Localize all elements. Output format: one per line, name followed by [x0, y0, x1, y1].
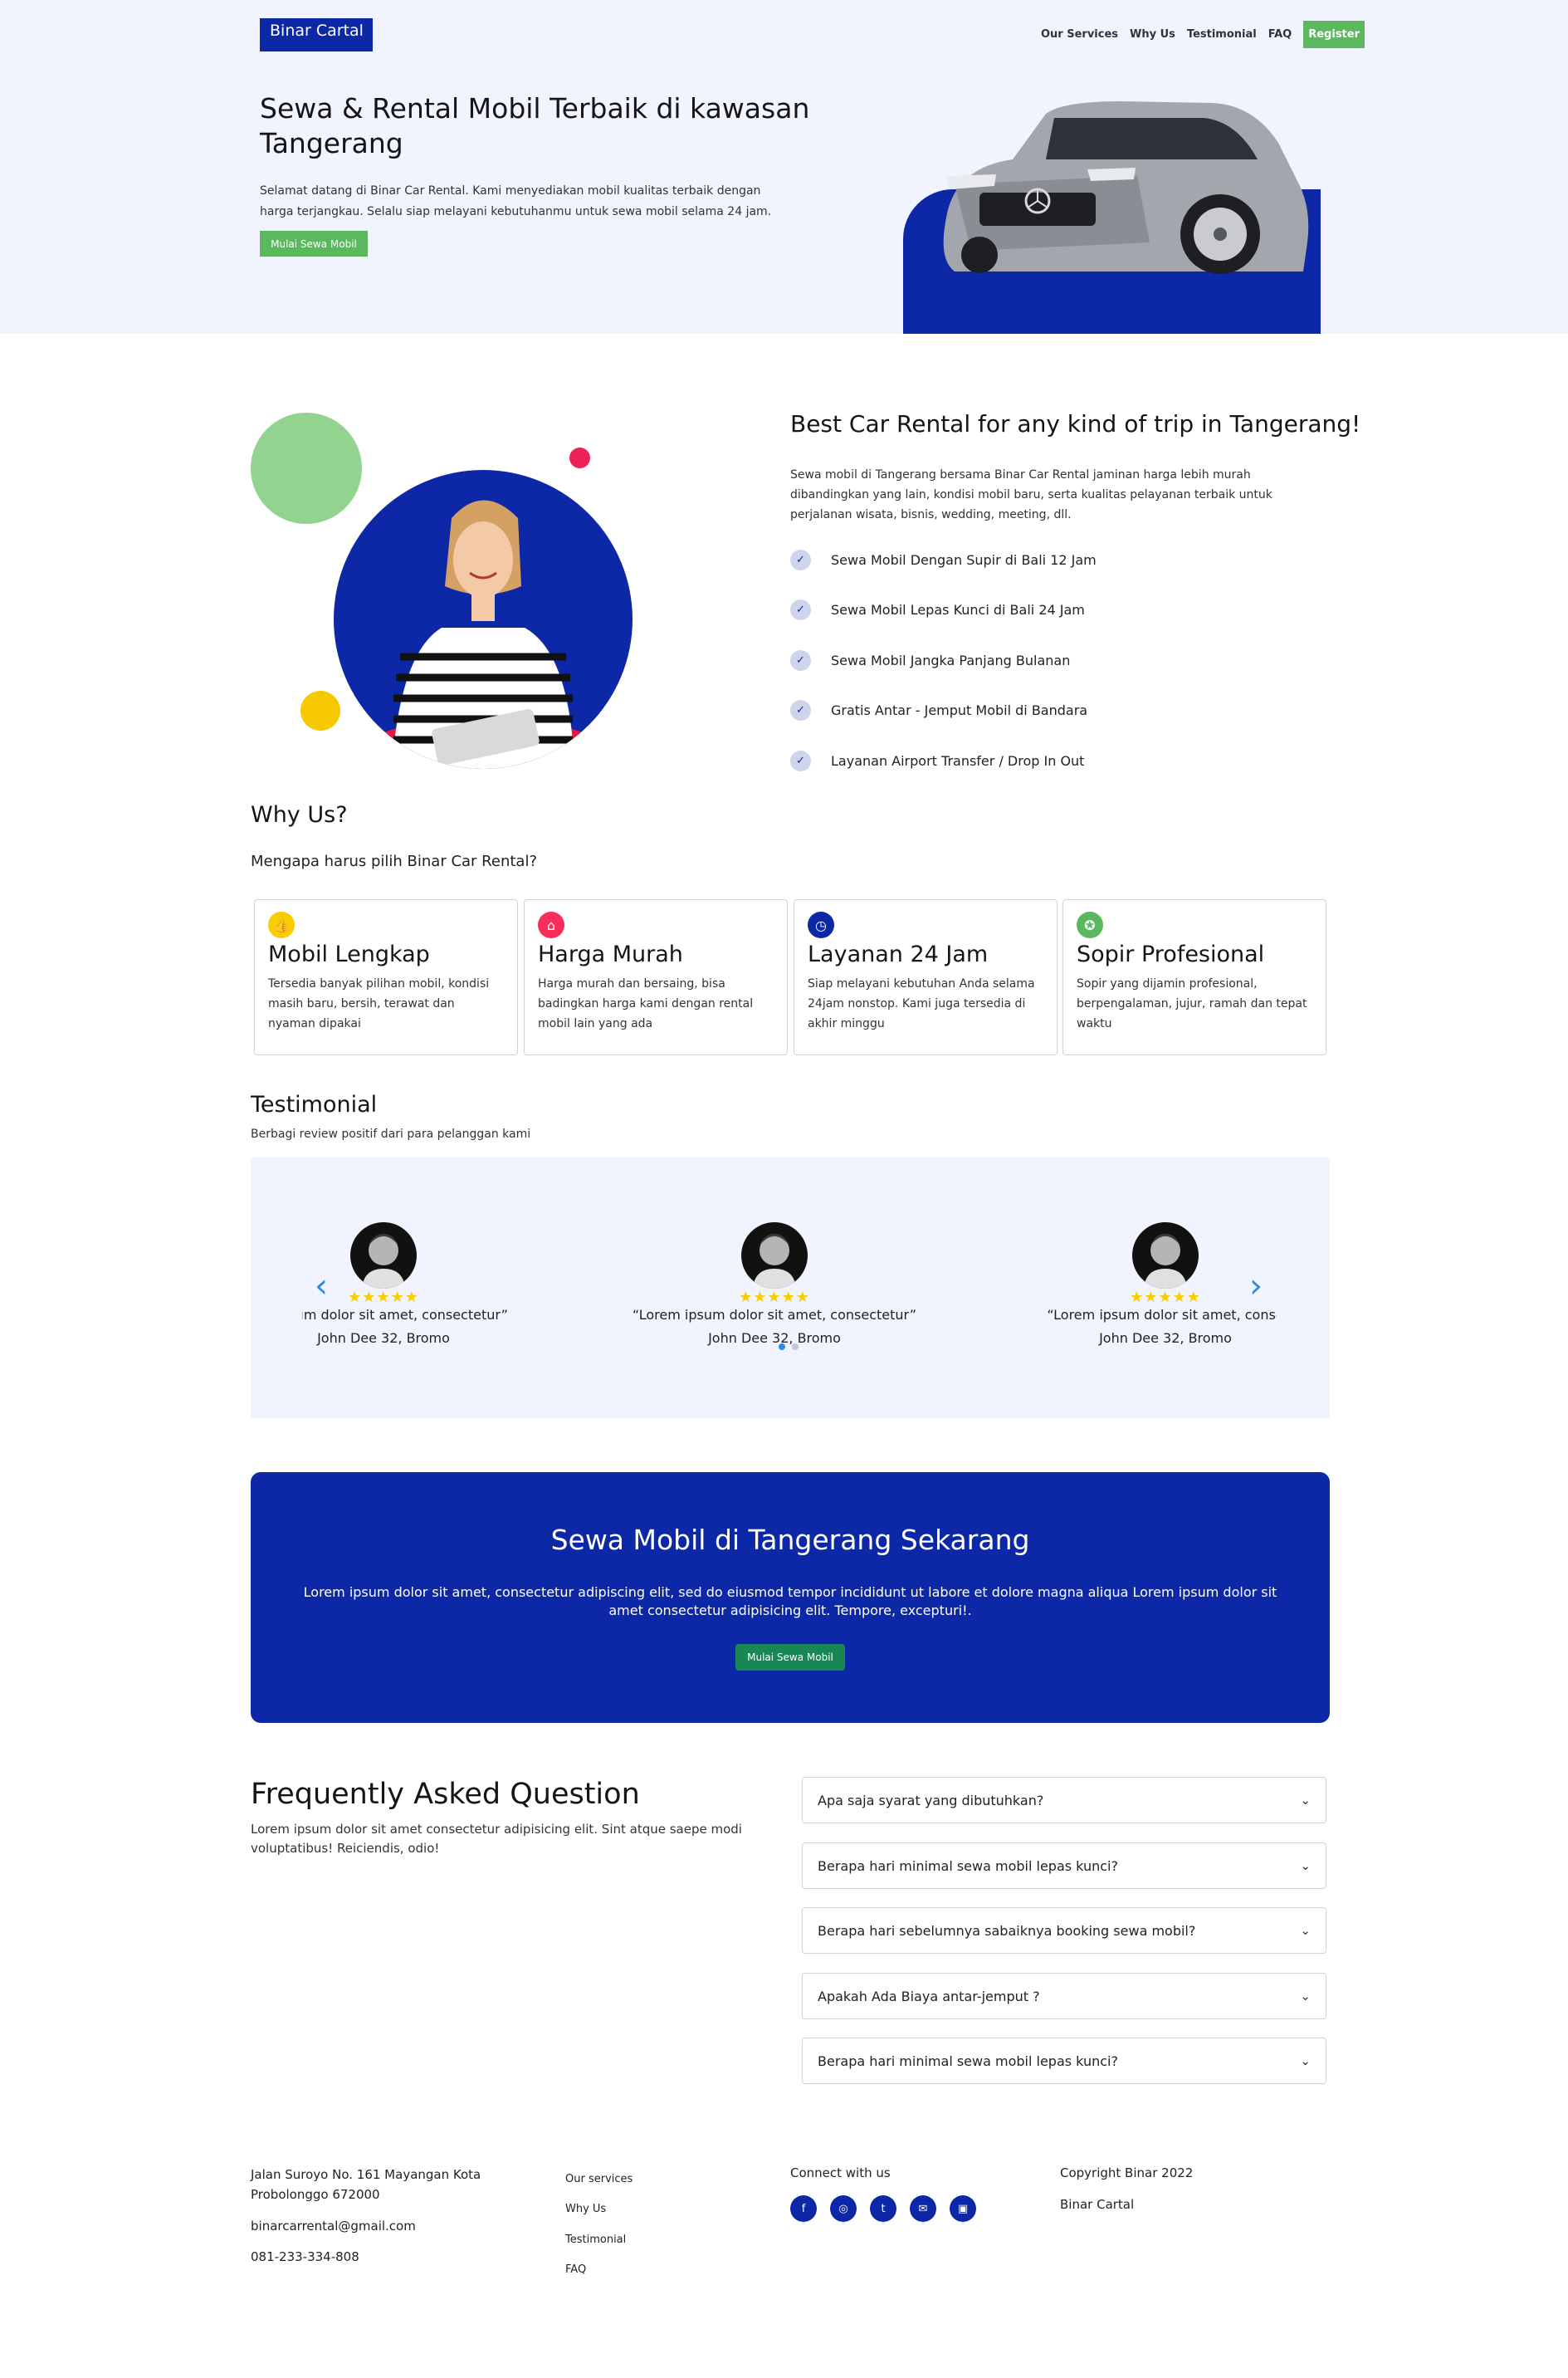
why-card-desc: Sopir yang dijamin profesional, berpenga…: [1077, 977, 1307, 1030]
testimonial-carousel: ★★★★★ m ipsum dolor sit amet, consectetu…: [251, 1157, 1330, 1418]
why-us-title: Why Us?: [251, 802, 348, 828]
why-card-title: Sopir Profesional: [1077, 942, 1265, 967]
twitter-icon[interactable]: t: [870, 2195, 896, 2222]
register-button[interactable]: Register: [1303, 20, 1365, 48]
service-item: ✓ Sewa Mobil Lepas Kunci di Bali 24 Jam: [790, 597, 1255, 622]
hero-car-image: [943, 101, 1309, 274]
footer-link-our-services[interactable]: Our services: [565, 2173, 633, 2185]
footer-phone[interactable]: 081-233-334-808: [251, 2249, 359, 2264]
carousel-right-fade: [1277, 1157, 1330, 1418]
check-icon: ✓: [790, 549, 811, 570]
nav-faq[interactable]: FAQ: [1268, 28, 1292, 41]
service-item: ✓ Sewa Mobil Dengan Supir di Bali 12 Jam: [790, 547, 1255, 572]
mail-icon[interactable]: ✉: [910, 2195, 936, 2222]
check-icon: ✓: [790, 750, 811, 771]
brand-logo[interactable]: Binar Cartal: [260, 18, 373, 51]
testimonial-name: John Dee 32, Bromo: [708, 1330, 841, 1346]
check-icon: ✓: [790, 599, 811, 620]
check-icon: ✓: [790, 649, 811, 671]
testimonial-title: Testimonial: [251, 1092, 378, 1118]
services-description: Sewa mobil di Tangerang bersama Binar Ca…: [790, 468, 1272, 521]
rating-stars: ★★★★★: [1130, 1289, 1201, 1306]
avatar: [350, 1222, 417, 1289]
carousel-dot-active[interactable]: [779, 1343, 785, 1350]
top-nav: Our Services Why Us Testimonial FAQ Regi…: [1029, 20, 1365, 48]
cta-description: Lorem ipsum dolor sit amet, consectetur …: [303, 1584, 1277, 1618]
testimonial-name: John Dee 32, Bromo: [1099, 1330, 1232, 1346]
footer-email[interactable]: binarcarrental@gmail.com: [251, 2219, 416, 2234]
chevron-down-icon: ⌄: [1300, 1923, 1311, 1938]
avatar: [741, 1222, 808, 1289]
why-card-desc: Siap melayani kebutuhan Anda selama 24ja…: [808, 977, 1035, 1030]
chevron-down-icon: ⌄: [1300, 1989, 1311, 2004]
tag-icon: ⌂: [538, 912, 564, 938]
testimonial-subtitle: Berbagi review positif dari para pelangg…: [251, 1128, 531, 1141]
footer-link-why-us[interactable]: Why Us: [565, 2203, 606, 2215]
clock-icon: ◷: [808, 912, 834, 938]
footer-address: Jalan Suroyo No. 161 Mayangan Kota Probo…: [251, 2167, 481, 2202]
nav-testimonial[interactable]: Testimonial: [1187, 28, 1257, 41]
decor-red-dot: [569, 448, 590, 468]
why-card-mobil-lengkap: 👍 Mobil Lengkap Tersedia banyak pilihan …: [254, 899, 518, 1055]
carousel-left-fade: [251, 1157, 302, 1418]
faq-description: Lorem ipsum dolor sit amet consectetur a…: [251, 1822, 742, 1856]
award-icon: ✪: [1077, 912, 1103, 938]
services-title: Best Car Rental for any kind of trip in …: [790, 410, 1361, 438]
hero-section: [0, 0, 1568, 334]
nav-why-us[interactable]: Why Us: [1130, 28, 1175, 41]
decor-green-circle: [251, 413, 362, 524]
check-icon: ✓: [790, 699, 811, 721]
why-card-desc: Tersedia banyak pilihan mobil, kondisi m…: [268, 977, 490, 1030]
chevron-down-icon: ⌄: [1300, 1793, 1311, 1808]
footer-copyright: Copyright Binar 2022: [1060, 2165, 1194, 2180]
testimonial-card: ★★★★★ “Lorem ipsum dolor sit amet, conse…: [618, 1222, 917, 1363]
faq-question[interactable]: Apakah Ada Biaya antar-jemput ? ⌄: [802, 1973, 1326, 2019]
decor-yellow-dot: [300, 691, 340, 731]
faq-question[interactable]: Berapa hari minimal sewa mobil lepas kun…: [802, 2038, 1326, 2084]
service-woman-image: [334, 470, 633, 769]
faq-question[interactable]: Berapa hari minimal sewa mobil lepas kun…: [802, 1842, 1326, 1889]
carousel-prev-icon[interactable]: ‹: [309, 1265, 334, 1307]
cta-title: Sewa Mobil di Tangerang Sekarang: [550, 1524, 1030, 1556]
faq-question[interactable]: Berapa hari sebelumnya sabaiknya booking…: [802, 1907, 1326, 1954]
why-card-title: Harga Murah: [538, 942, 683, 967]
why-card-title: Mobil Lengkap: [268, 942, 430, 967]
footer-link-faq[interactable]: FAQ: [565, 2263, 586, 2276]
why-card-sopir-profesional: ✪ Sopir Profesional Sopir yang dijamin p…: [1062, 899, 1326, 1055]
why-card-title: Layanan 24 Jam: [808, 942, 989, 967]
faq-title: Frequently Asked Question: [251, 1778, 640, 1811]
hero-title: Sewa & Rental Mobil Terbaik di kawasan T…: [260, 92, 810, 159]
chevron-down-icon: ⌄: [1300, 2053, 1311, 2068]
rating-stars: ★★★★★: [739, 1289, 810, 1306]
faq-question[interactable]: Apa saja syarat yang dibutuhkan? ⌄: [802, 1777, 1326, 1823]
facebook-icon[interactable]: f: [790, 2195, 817, 2222]
cta-start-rental-button[interactable]: Mulai Sewa Mobil: [735, 1644, 845, 1671]
avatar: [1132, 1222, 1199, 1289]
footer-connect-label: Connect with us: [790, 2165, 891, 2180]
footer-brand[interactable]: Binar Cartal: [1060, 2197, 1134, 2212]
hero-start-rental-button[interactable]: Mulai Sewa Mobil: [260, 231, 368, 257]
testimonial-quote: “Lorem ipsum dolor sit amet, conse: [1047, 1307, 1284, 1323]
carousel-dot[interactable]: [792, 1343, 799, 1350]
footer-link-testimonial[interactable]: Testimonial: [565, 2234, 626, 2246]
why-card-desc: Harga murah dan bersaing, bisa badingkan…: [538, 977, 754, 1030]
thumbs-up-icon: 👍: [268, 912, 295, 938]
service-item: ✓ Sewa Mobil Jangka Panjang Bulanan: [790, 648, 1255, 673]
testimonial-quote: “Lorem ipsum dolor sit amet, consectetur…: [632, 1307, 917, 1323]
why-us-subtitle: Mengapa harus pilih Binar Car Rental?: [251, 853, 538, 870]
twitch-icon[interactable]: ▣: [950, 2195, 976, 2222]
nav-our-services[interactable]: Our Services: [1041, 28, 1118, 41]
hero-description: Selamat datang di Binar Car Rental. Kami…: [260, 184, 772, 218]
cta-banner: Sewa Mobil di Tangerang Sekarang Lorem i…: [251, 1472, 1330, 1723]
service-item: ✓ Layanan Airport Transfer / Drop In Out: [790, 748, 1255, 773]
chevron-down-icon: ⌄: [1300, 1858, 1311, 1873]
service-item: ✓ Gratis Antar - Jemput Mobil di Bandara: [790, 697, 1255, 722]
instagram-icon[interactable]: ◎: [830, 2195, 857, 2222]
why-card-layanan-24-jam: ◷ Layanan 24 Jam Siap melayani kebutuhan…: [794, 899, 1058, 1055]
carousel-next-icon[interactable]: ›: [1243, 1265, 1268, 1307]
why-card-harga-murah: ⌂ Harga Murah Harga murah dan bersaing, …: [524, 899, 788, 1055]
